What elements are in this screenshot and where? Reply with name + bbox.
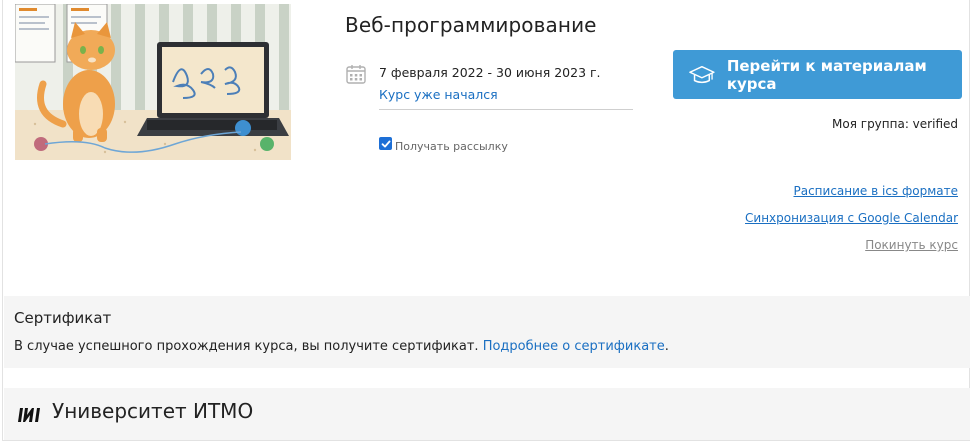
certificate-section: Сертификат В случае успешного прохождени… — [4, 296, 970, 368]
course-card: Веб-программирование 7 февраля 2022 - 30… — [2, 0, 970, 441]
go-to-materials-label: Перейти к материалам курса — [726, 56, 927, 93]
course-title: Веб-программирование — [345, 13, 597, 37]
checkmark-icon — [381, 140, 390, 147]
google-calendar-sync-link[interactable]: Синхронизация с Google Calendar — [745, 211, 958, 225]
course-dates: 7 февраля 2022 - 30 июня 2023 г. — [379, 65, 601, 80]
certificate-text: В случае успешного прохождения курса, вы… — [14, 339, 669, 354]
ics-schedule-link[interactable]: Расписание в ics формате — [793, 184, 958, 198]
certificate-title: Сертификат — [14, 309, 112, 327]
newsletter-checkbox[interactable] — [379, 137, 392, 150]
divider — [379, 109, 633, 110]
university-section: Университет ИТМО — [4, 388, 970, 440]
certificate-more-link[interactable]: Подробнее о сертификате — [483, 339, 665, 354]
course-image[interactable] — [15, 4, 291, 160]
university-name[interactable]: Университет ИТМО — [52, 399, 253, 423]
course-status-link[interactable]: Курс уже начался — [379, 87, 498, 102]
newsletter-toggle[interactable]: Получать рассылку — [379, 137, 508, 153]
certificate-description: В случае успешного прохождения курса, вы… — [14, 339, 479, 354]
leave-course-link[interactable]: Покинуть курс — [865, 238, 958, 252]
calendar-icon — [346, 65, 366, 84]
newsletter-label: Получать рассылку — [395, 140, 508, 153]
graduation-cap-icon — [689, 65, 715, 83]
itmo-logo-icon — [18, 408, 40, 422]
go-to-materials-button[interactable]: Перейти к материалам курса — [673, 50, 962, 99]
my-group: Моя группа: verified — [832, 117, 958, 131]
certificate-text-end: . — [664, 339, 669, 354]
